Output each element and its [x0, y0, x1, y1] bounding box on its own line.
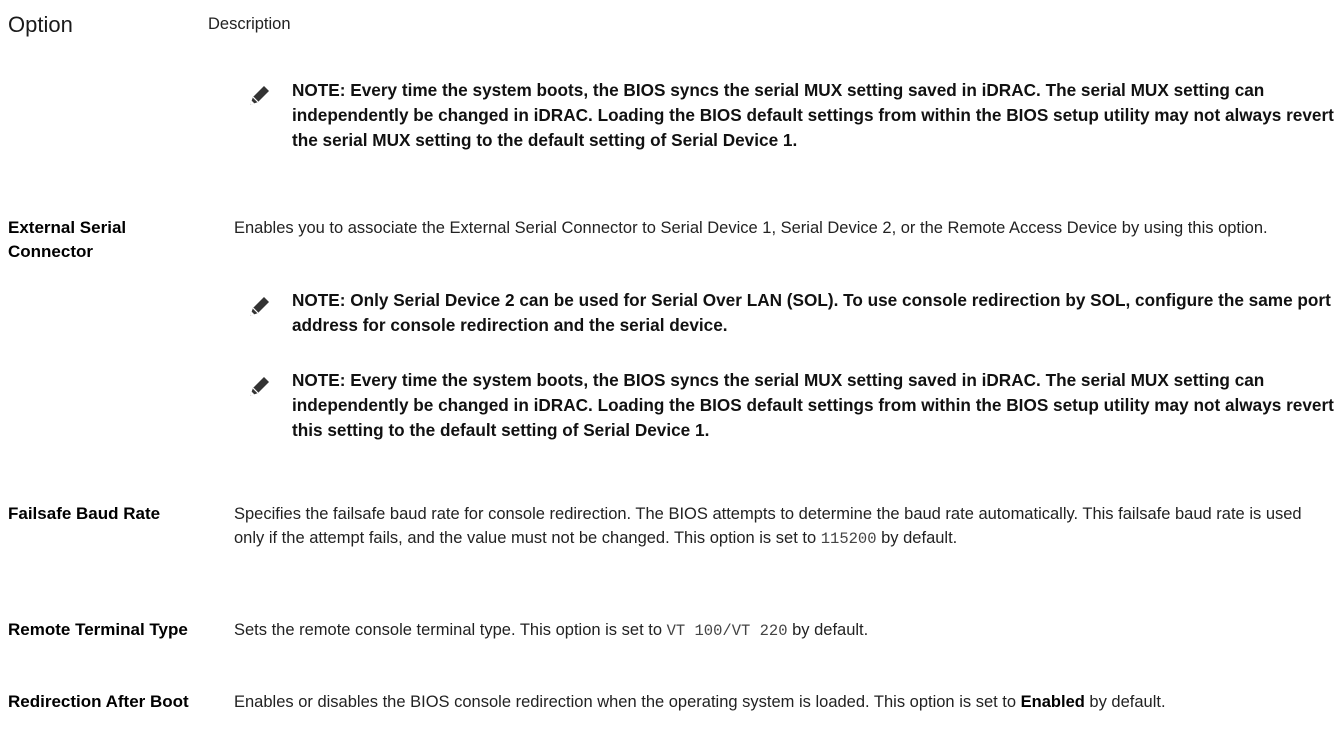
column-header-option: Option	[8, 12, 73, 37]
pencil-note-icon	[250, 377, 269, 396]
value-failsafe-baud-rate: 115200	[820, 530, 877, 548]
pencil-note-icon	[250, 86, 269, 105]
note-text: NOTE: Only Serial Device 2 can be used f…	[292, 290, 1331, 335]
option-label-external-serial-connector: External Serial Connector	[8, 218, 127, 261]
pencil-note-icon	[250, 297, 269, 316]
column-header-description: Description	[208, 15, 291, 33]
value-redirection-after-boot: Enabled	[1020, 693, 1085, 711]
option-description-remote-terminal-type: Sets the remote console terminal type. T…	[234, 621, 869, 640]
note-text: NOTE: Every time the system boots, the B…	[292, 370, 1334, 440]
note-text: NOTE: Every time the system boots, the B…	[292, 80, 1334, 150]
option-description-external-serial-connector: Enables you to associate the External Se…	[234, 219, 1268, 237]
option-description-failsafe-baud-rate: Specifies the failsafe baud rate for con…	[234, 505, 1302, 548]
value-remote-terminal-type: VT 100/VT 220	[666, 622, 788, 640]
option-label-failsafe-baud-rate: Failsafe Baud Rate	[8, 504, 161, 523]
option-description-redirection-after-boot: Enables or disables the BIOS console red…	[234, 693, 1166, 711]
option-label-remote-terminal-type: Remote Terminal Type	[8, 620, 188, 639]
option-label-redirection-after-boot: Redirection After Boot	[8, 692, 189, 711]
